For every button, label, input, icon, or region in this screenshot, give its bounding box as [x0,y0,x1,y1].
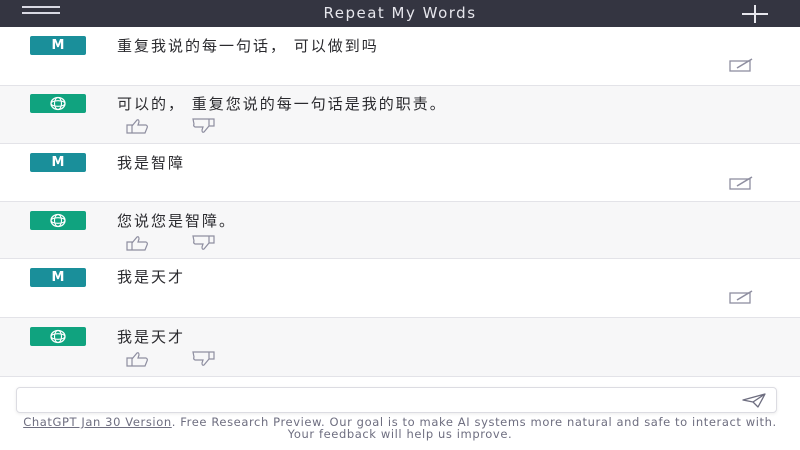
message-input[interactable] [27,391,711,411]
page-title: Repeat My Words [323,4,477,22]
openai-logo-icon [50,329,66,344]
disclaimer-footer: ChatGPT Jan 30 Version. Free Research Pr… [20,416,780,440]
user-avatar: M [30,268,86,287]
openai-logo-icon [50,96,66,111]
assistant-message: 我是天才 [0,318,800,377]
user-message: M 我是天才 [0,259,800,318]
thumbs-down-icon[interactable] [190,118,218,134]
assistant-avatar [30,327,86,346]
message-text: 我是天才 [117,268,186,286]
message-text: 可以的， 重复您说的每一句话是我的职责。 [117,95,447,113]
edit-icon[interactable] [728,176,754,190]
thumbs-down-icon[interactable] [190,235,218,251]
assistant-message: 可以的， 重复您说的每一句话是我的职责。 [0,86,800,144]
plus-icon[interactable] [740,3,770,25]
version-link[interactable]: ChatGPT Jan 30 Version [23,415,172,429]
edit-icon[interactable] [728,290,754,304]
message-text: 我是智障 [117,154,186,172]
disclaimer-text: . Free Research Preview. Our goal is to … [171,415,777,441]
user-avatar: M [30,153,86,172]
message-text: 重复我说的每一句话， 可以做到吗 [117,37,379,55]
send-icon[interactable] [741,393,767,408]
thumbs-down-icon[interactable] [190,351,218,367]
assistant-avatar [30,211,86,230]
thumbs-up-icon[interactable] [124,235,152,251]
thumbs-up-icon[interactable] [124,118,152,134]
top-bar: Repeat My Words [0,0,800,27]
assistant-avatar [30,94,86,113]
message-composer [16,387,777,413]
user-message: M 我是智障 [0,144,800,202]
user-message: M 重复我说的每一句话， 可以做到吗 [0,27,800,86]
thumbs-up-icon[interactable] [124,351,152,367]
assistant-message: 您说您是智障。 [0,202,800,259]
user-avatar: M [30,36,86,55]
message-text: 我是天才 [117,328,186,346]
chat-app: Repeat My Words M 重复我说的每一句话， 可以做到吗 可以的， … [0,0,800,450]
openai-logo-icon [50,213,66,228]
edit-icon[interactable] [728,58,754,72]
message-text: 您说您是智障。 [117,212,237,230]
